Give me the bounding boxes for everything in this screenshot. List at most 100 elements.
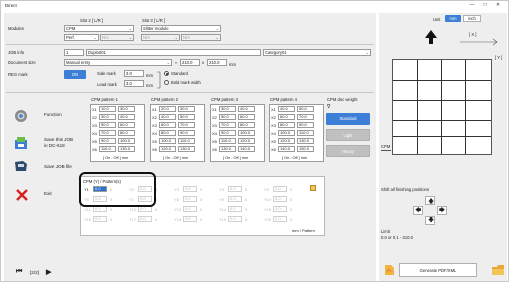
weight-standard-button[interactable]: Standard bbox=[326, 113, 370, 125]
cpm-off-input[interactable]: 80.0 bbox=[118, 130, 135, 136]
cpm-off-input[interactable]: 130.0 bbox=[178, 146, 195, 152]
document-height-input[interactable]: 210.0 bbox=[207, 59, 227, 66]
cpm-on-input[interactable]: 10.0 bbox=[99, 106, 116, 112]
cpm-on-input[interactable]: 60.0 bbox=[278, 114, 295, 120]
save-job-line2[interactable]: in DC-618 bbox=[44, 143, 65, 148]
cpm-on-input[interactable]: 130.0 bbox=[219, 146, 236, 152]
cpm-on-input[interactable]: 30.0 bbox=[219, 106, 236, 112]
pattern-picker-icon[interactable] bbox=[310, 185, 316, 191]
cpm-on-input[interactable]: 50.0 bbox=[219, 114, 236, 120]
cpm-off-input[interactable]: 120.0 bbox=[238, 138, 255, 144]
slot3-module-select[interactable]: Slitter module ⌄ bbox=[141, 25, 221, 32]
unit-mm-button[interactable]: mm bbox=[445, 15, 461, 22]
cpm-on-input[interactable]: 110.0 bbox=[219, 138, 236, 144]
cpm-on-input[interactable]: 40.0 bbox=[159, 114, 176, 120]
cpm-on-input[interactable]: 20.0 bbox=[159, 106, 176, 112]
cpm-on-input[interactable]: 60.0 bbox=[159, 122, 176, 128]
cpm-on-input[interactable]: 30.0 bbox=[99, 114, 116, 120]
cpm-y-input[interactable]: 0.0 bbox=[228, 216, 242, 222]
cpm-y-input[interactable]: 0.0 bbox=[93, 216, 107, 222]
next-page-icon[interactable]: ▶ bbox=[46, 268, 51, 276]
cpm-off-input[interactable]: 30.0 bbox=[118, 106, 135, 112]
cpm-off-input[interactable]: 150.0 bbox=[297, 146, 314, 152]
cpm-on-input[interactable]: 100.0 bbox=[159, 138, 176, 144]
job-name-input[interactable]: Duplo001 bbox=[86, 49, 261, 56]
slot2-right-select[interactable]: N/A ⌄ bbox=[100, 34, 134, 41]
cpm-y-input[interactable]: 0.0 bbox=[228, 186, 242, 192]
cpm-on-input[interactable]: 40.0 bbox=[278, 106, 295, 112]
shift-right-button[interactable]: 🡆 bbox=[437, 206, 447, 215]
cpm-y-input[interactable]: 0.0 bbox=[273, 206, 287, 212]
cpm-on-input[interactable]: 100.0 bbox=[278, 130, 295, 136]
cpm-y-input[interactable]: 0.0 bbox=[138, 216, 152, 222]
cpm-on-input[interactable]: 80.0 bbox=[159, 130, 176, 136]
lead-mark-input[interactable]: 3.0 bbox=[124, 80, 144, 87]
cpm-y-input[interactable]: 0.0 bbox=[273, 216, 287, 222]
cpm-off-input[interactable]: 60.0 bbox=[118, 122, 135, 128]
slot3-right-select[interactable]: N/A ⌄ bbox=[181, 34, 221, 41]
document-size-select[interactable]: Manual entry ⌄ bbox=[64, 59, 172, 66]
cpm-y-input[interactable]: 0.0 bbox=[228, 206, 242, 212]
cpm-off-input[interactable]: 70.0 bbox=[178, 122, 195, 128]
cpm-off-input[interactable]: 40.0 bbox=[238, 106, 255, 112]
first-page-icon[interactable]: ⏮ bbox=[16, 268, 22, 276]
close-button[interactable]: ✕ bbox=[493, 2, 503, 10]
cpm-y-input[interactable]: 0.0 bbox=[183, 206, 197, 212]
job-number-input[interactable]: 1 bbox=[64, 49, 84, 56]
cpm-off-input[interactable]: 100.0 bbox=[118, 138, 135, 144]
minimize-button[interactable]: — bbox=[467, 2, 477, 10]
function-label[interactable]: Function bbox=[44, 112, 62, 117]
width-stepper-icon[interactable]: ▿ bbox=[175, 60, 177, 65]
cpm-on-input[interactable]: 70.0 bbox=[99, 130, 116, 136]
cpm-off-input[interactable]: 90.0 bbox=[178, 130, 195, 136]
cpm-y-input[interactable]: 0.0 bbox=[183, 196, 197, 202]
cpm-off-input[interactable]: 80.0 bbox=[238, 122, 255, 128]
cpm-on-input[interactable]: 120.0 bbox=[278, 138, 295, 144]
cpm-off-input[interactable]: 50.0 bbox=[178, 114, 195, 120]
cpm-off-input[interactable]: 30.0 bbox=[178, 106, 195, 112]
cpm-off-input[interactable]: 40.0 bbox=[118, 114, 135, 120]
shift-up-button[interactable]: 🡅 bbox=[425, 196, 435, 205]
cpm-y-input[interactable]: 0.0 bbox=[228, 196, 242, 202]
category-select[interactable]: Category01 ⌄ bbox=[263, 49, 371, 56]
cpm-off-input[interactable]: 50.0 bbox=[297, 106, 314, 112]
cpm-off-input[interactable]: 60.0 bbox=[238, 114, 255, 120]
cpm-on-input[interactable]: 90.0 bbox=[219, 130, 236, 136]
weight-light-button[interactable]: Light bbox=[326, 129, 370, 141]
document-width-input[interactable]: 210.0 bbox=[180, 59, 200, 66]
function-button[interactable] bbox=[13, 109, 29, 123]
cpm-on-input[interactable]: 110.0 bbox=[99, 146, 116, 152]
shift-down-button[interactable]: 🡇 bbox=[425, 216, 435, 225]
save-job-file-button[interactable] bbox=[13, 159, 29, 173]
weight-heavy-button[interactable]: Heavy bbox=[326, 145, 370, 157]
cpm-y-input[interactable]: 0.0 bbox=[273, 186, 287, 192]
cpm-on-input[interactable]: 80.0 bbox=[278, 122, 295, 128]
save-job-device-button[interactable] bbox=[13, 136, 29, 150]
shift-left-button[interactable]: 🡄 bbox=[413, 206, 423, 215]
slot2-left-select[interactable]: Perf. ⌄ bbox=[64, 34, 99, 41]
cpm-on-input[interactable]: 90.0 bbox=[99, 138, 116, 144]
cpm-on-input[interactable]: 140.0 bbox=[278, 146, 295, 152]
unit-inch-button[interactable]: inch bbox=[463, 15, 481, 22]
bold-mark-radio[interactable] bbox=[164, 80, 169, 85]
cpm-off-input[interactable]: 110.0 bbox=[178, 138, 195, 144]
cpm-off-input[interactable]: 140.0 bbox=[238, 146, 255, 152]
cpm-off-input[interactable]: 130.0 bbox=[118, 146, 135, 152]
cpm-off-input[interactable]: 130.0 bbox=[297, 138, 314, 144]
save-job-file-label[interactable]: Save JOB file bbox=[44, 164, 72, 169]
cpm-y-input[interactable]: 0.0 bbox=[273, 196, 287, 202]
cpm-y-input[interactable]: 0.0 bbox=[183, 186, 197, 192]
cpm-off-input[interactable]: 110.0 bbox=[297, 130, 314, 136]
folder-icon[interactable] bbox=[491, 263, 505, 277]
cpm-on-input[interactable]: 50.0 bbox=[99, 122, 116, 128]
side-mark-input[interactable]: 3.0 bbox=[124, 70, 144, 77]
reg-mark-toggle[interactable]: ON bbox=[64, 70, 86, 79]
save-job-line1[interactable]: Save this JOB bbox=[44, 137, 73, 142]
slot2-module-select[interactable]: CPM ⌄ bbox=[64, 25, 134, 32]
cpm-off-input[interactable]: 100.0 bbox=[238, 130, 255, 136]
exit-label[interactable]: Exit bbox=[44, 191, 52, 196]
cpm-off-input[interactable]: 90.0 bbox=[297, 122, 314, 128]
maximize-button[interactable]: □ bbox=[480, 2, 490, 10]
slot3-left-select[interactable]: N/A ⌄ bbox=[141, 34, 180, 41]
cpm-off-input[interactable]: 70.0 bbox=[297, 114, 314, 120]
